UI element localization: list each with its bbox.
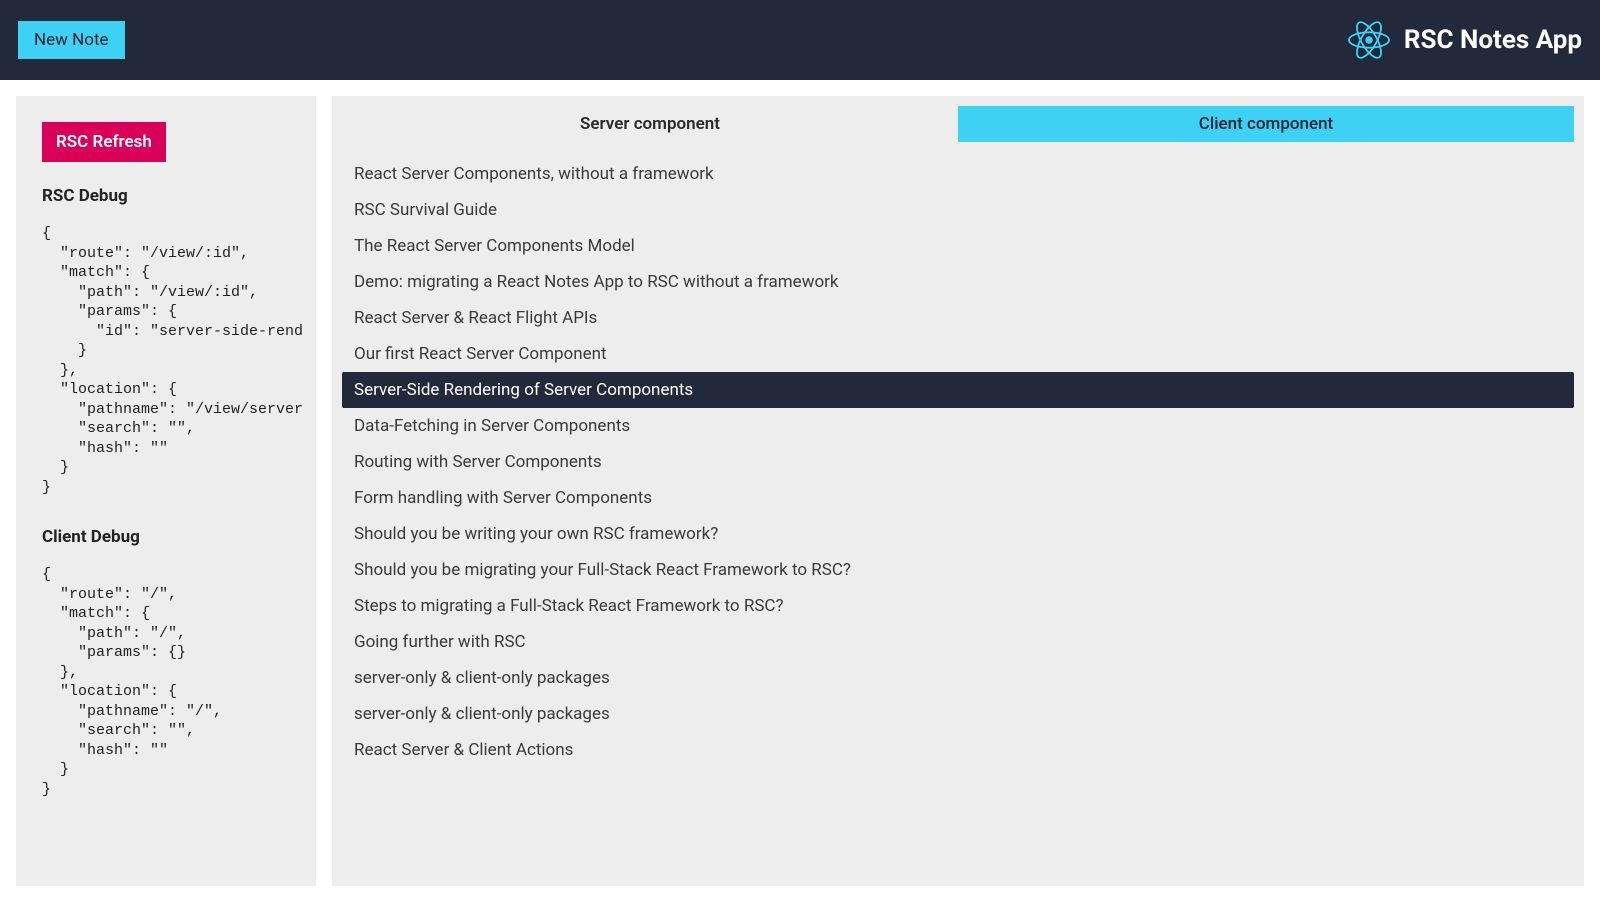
brand: RSC Notes App xyxy=(1348,19,1582,61)
note-item[interactable]: server-only & client-only packages xyxy=(342,660,1574,696)
tab-server-component[interactable]: Server component xyxy=(342,106,958,142)
note-item[interactable]: Our first React Server Component xyxy=(342,336,1574,372)
note-item[interactable]: Routing with Server Components xyxy=(342,444,1574,480)
main-panel: Server component Client component React … xyxy=(332,96,1584,886)
note-item[interactable]: Data-Fetching in Server Components xyxy=(342,408,1574,444)
note-item[interactable]: Should you be writing your own RSC frame… xyxy=(342,516,1574,552)
rsc-debug-heading: RSC Debug xyxy=(42,186,302,206)
tab-client-component[interactable]: Client component xyxy=(958,106,1574,142)
note-item[interactable]: RSC Survival Guide xyxy=(342,192,1574,228)
note-item[interactable]: Form handling with Server Components xyxy=(342,480,1574,516)
component-tabs: Server component Client component xyxy=(342,106,1574,142)
app-title: RSC Notes App xyxy=(1404,25,1582,55)
note-item[interactable]: Demo: migrating a React Notes App to RSC… xyxy=(342,264,1574,300)
rsc-debug-json: { "route": "/view/:id", "match": { "path… xyxy=(42,224,302,497)
new-note-button[interactable]: New Note xyxy=(18,21,125,59)
note-item[interactable]: Server-Side Rendering of Server Componen… xyxy=(342,372,1574,408)
note-item[interactable]: React Server & Client Actions xyxy=(342,732,1574,768)
client-debug-json: { "route": "/", "match": { "path": "/", … xyxy=(42,565,302,799)
content-area: RSC Refresh RSC Debug { "route": "/view/… xyxy=(0,80,1600,902)
note-item[interactable]: React Server Components, without a frame… xyxy=(342,156,1574,192)
note-item[interactable]: server-only & client-only packages xyxy=(342,696,1574,732)
client-debug-heading: Client Debug xyxy=(42,527,302,547)
note-list: React Server Components, without a frame… xyxy=(342,156,1574,768)
sidebar: RSC Refresh RSC Debug { "route": "/view/… xyxy=(16,96,316,886)
note-item[interactable]: The React Server Components Model xyxy=(342,228,1574,264)
note-item[interactable]: React Server & React Flight APIs xyxy=(342,300,1574,336)
rsc-refresh-button[interactable]: RSC Refresh xyxy=(42,122,166,162)
note-item[interactable]: Should you be migrating your Full-Stack … xyxy=(342,552,1574,588)
note-item[interactable]: Steps to migrating a Full-Stack React Fr… xyxy=(342,588,1574,624)
react-logo-icon xyxy=(1348,19,1390,61)
note-item[interactable]: Going further with RSC xyxy=(342,624,1574,660)
topbar: New Note RSC Notes App xyxy=(0,0,1600,80)
